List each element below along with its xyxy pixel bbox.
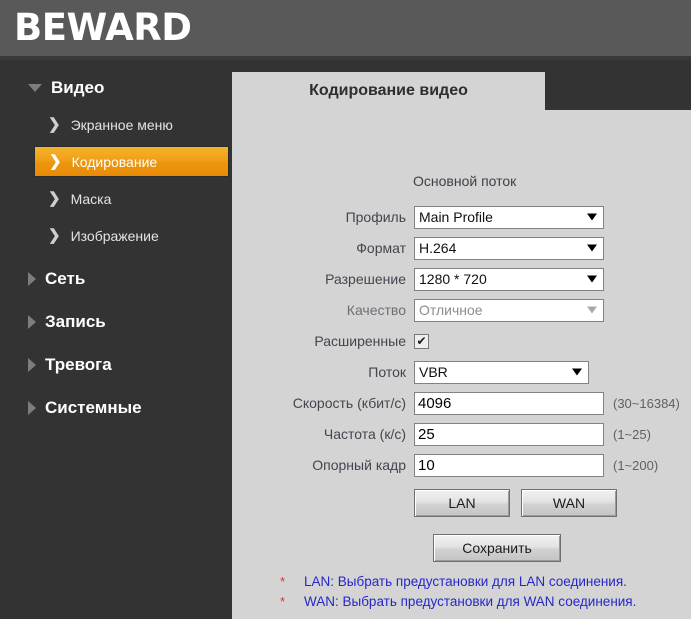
- profile-select[interactable]: Main Profile: [414, 205, 604, 229]
- sidebar-item-record[interactable]: Запись: [0, 307, 232, 337]
- triangle-down-icon: [28, 84, 42, 92]
- sidebar-item-label: Кодирование: [71, 153, 158, 170]
- save-button[interactable]: Сохранить: [433, 534, 561, 562]
- stream-control: VBR: [414, 360, 589, 384]
- sidebar-item-label: Запись: [45, 312, 106, 331]
- bitrate-label: Скорость (кбит/с): [292, 395, 406, 411]
- resolution-value: 1280 * 720: [419, 271, 487, 287]
- format-label: Формат: [356, 240, 406, 256]
- triangle-right-icon: [28, 401, 36, 415]
- note-item: * LAN: Выбрать предустановки для LAN сое…: [280, 574, 691, 589]
- sidebar-item-label: Маска: [70, 190, 112, 207]
- notes-list: * LAN: Выбрать предустановки для LAN сое…: [232, 574, 691, 609]
- chevron-down-icon: [587, 244, 597, 252]
- profile-label: Профиль: [345, 209, 406, 225]
- encoding-form: Профиль Main Profile Формат H.264 Разреш…: [232, 202, 691, 614]
- sidebar-item-system[interactable]: Системные: [0, 393, 232, 423]
- row-framerate: Частота (к/с) 25 (1~25): [232, 419, 691, 449]
- chevron-down-icon: [587, 306, 597, 314]
- profile-value: Main Profile: [419, 209, 493, 225]
- asterisk-icon: *: [280, 574, 286, 589]
- row-stream: Поток VBR: [232, 357, 691, 387]
- format-value: H.264: [419, 240, 457, 256]
- framerate-label: Частота (к/с): [323, 426, 406, 442]
- content-panel: Основной поток Профиль Main Profile Форм…: [232, 110, 691, 619]
- framerate-hint: (1~25): [613, 426, 651, 442]
- lan-button[interactable]: LAN: [414, 489, 510, 517]
- keyframe-input[interactable]: 10: [414, 453, 604, 477]
- quality-select: Отличное: [414, 298, 604, 322]
- framerate-input[interactable]: 25: [414, 422, 604, 446]
- asterisk-icon: *: [280, 594, 286, 609]
- triangle-right-icon: [28, 358, 36, 372]
- sidebar-item-label: Экранное меню: [70, 116, 173, 133]
- advanced-checkbox[interactable]: ✔: [414, 333, 429, 349]
- page-title-tab: Кодирование видео: [232, 72, 545, 110]
- stream-label: Поток: [368, 364, 406, 380]
- profile-control: Main Profile: [414, 205, 604, 229]
- stream-value: VBR: [419, 364, 448, 380]
- brand-logo: BEWARD: [14, 6, 192, 49]
- chevron-right-icon: ❯: [48, 190, 61, 207]
- triangle-right-icon: [28, 315, 36, 329]
- keyframe-label: Опорный кадр: [312, 457, 406, 473]
- resolution-control: 1280 * 720: [414, 267, 604, 291]
- sidebar-item-encoding[interactable]: ❯ Кодирование: [34, 146, 229, 177]
- row-format: Формат H.264: [232, 233, 691, 263]
- format-control: H.264: [414, 236, 604, 260]
- row-keyframe: Опорный кадр 10 (1~200): [232, 450, 691, 480]
- chevron-right-icon: ❯: [48, 116, 61, 133]
- quality-control: Отличное: [414, 298, 604, 322]
- sidebar-item-image[interactable]: ❯ Изображение: [34, 220, 229, 251]
- preset-button-row: LAN WAN: [232, 489, 691, 517]
- sidebar-item-label: Видео: [51, 78, 105, 97]
- resolution-select[interactable]: 1280 * 720: [414, 267, 604, 291]
- sidebar-item-label: Системные: [45, 398, 142, 417]
- row-resolution: Разрешение 1280 * 720: [232, 264, 691, 294]
- sidebar: Видео ❯ Экранное меню ❯ Кодирование ❯ Ма…: [0, 60, 232, 619]
- sidebar-item-network[interactable]: Сеть: [0, 264, 232, 294]
- page-title: Кодирование видео: [309, 82, 468, 99]
- row-advanced: Расширенные ✔: [232, 326, 691, 356]
- sidebar-item-label: Изображение: [70, 227, 159, 244]
- wan-button[interactable]: WAN: [521, 489, 617, 517]
- bitrate-hint: (30~16384): [613, 395, 680, 411]
- sidebar-item-alarm[interactable]: Тревога: [0, 350, 232, 380]
- chevron-down-icon: [572, 368, 582, 376]
- quality-value: Отличное: [419, 302, 483, 318]
- row-bitrate: Скорость (кбит/с) 4096 (30~16384): [232, 388, 691, 418]
- sidebar-item-mask[interactable]: ❯ Маска: [34, 183, 229, 214]
- note-text: LAN: Выбрать предустановки для LAN соеди…: [304, 574, 627, 589]
- note-item: * WAN: Выбрать предустановки для WAN сое…: [280, 594, 691, 609]
- chevron-right-icon: ❯: [48, 227, 61, 244]
- chevron-down-icon: [587, 275, 597, 283]
- bitrate-input[interactable]: 4096: [414, 391, 604, 415]
- row-profile: Профиль Main Profile: [232, 202, 691, 232]
- app-root: BEWARD Видео ❯ Экранное меню ❯ Кодирован…: [0, 0, 691, 619]
- triangle-right-icon: [28, 272, 36, 286]
- sidebar-item-label: Тревога: [45, 355, 112, 374]
- advanced-label: Расширенные: [314, 333, 406, 349]
- keyframe-hint: (1~200): [613, 457, 659, 473]
- format-select[interactable]: H.264: [414, 236, 604, 260]
- stream-select[interactable]: VBR: [414, 360, 589, 384]
- resolution-label: Разрешение: [325, 271, 406, 287]
- header-band: BEWARD: [0, 0, 691, 56]
- sidebar-item-label: Сеть: [45, 269, 86, 288]
- chevron-right-icon: ❯: [49, 153, 62, 170]
- sidebar-item-video[interactable]: Видео: [0, 73, 232, 103]
- section-title: Основной поток: [413, 173, 517, 189]
- advanced-control: ✔: [414, 333, 429, 349]
- chevron-down-icon: [587, 213, 597, 221]
- note-text: WAN: Выбрать предустановки для WAN соеди…: [304, 594, 637, 609]
- row-quality: Качество Отличное: [232, 295, 691, 325]
- quality-label: Качество: [346, 302, 406, 318]
- sidebar-item-screen-menu[interactable]: ❯ Экранное меню: [34, 109, 229, 140]
